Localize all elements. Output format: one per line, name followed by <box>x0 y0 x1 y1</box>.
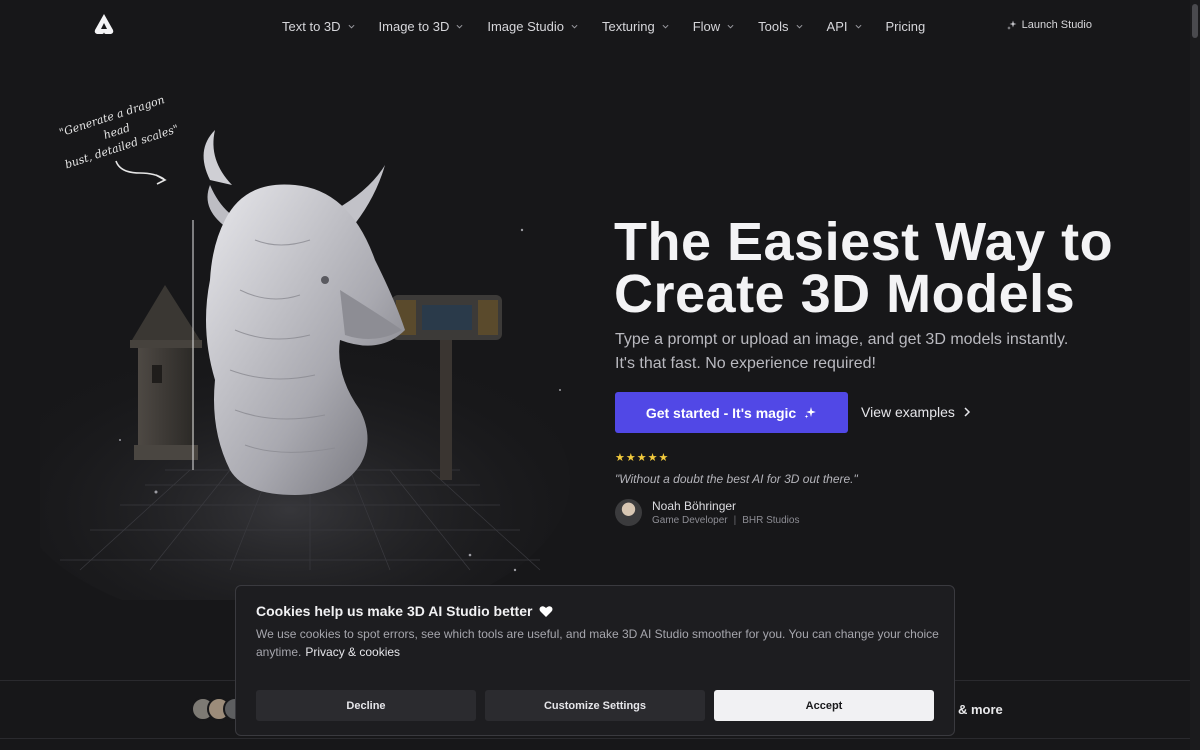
view-examples-link[interactable]: View examples <box>861 404 971 420</box>
chevron-down-icon <box>571 24 578 29</box>
nav-item-tools[interactable]: Tools <box>758 18 803 34</box>
nav-item-label: Flow <box>692 18 721 34</box>
reviewer-meta: Game Developer | BHR Studios <box>652 515 799 526</box>
avatar <box>615 499 642 526</box>
more-label: & more <box>958 702 1003 717</box>
user-avatars <box>191 697 247 721</box>
chevron-down-icon <box>348 24 355 29</box>
nav-item-label: Texturing <box>601 18 655 34</box>
nav-item-label: API <box>826 18 848 34</box>
privacy-cookies-link[interactable]: Privacy & cookies <box>305 645 400 659</box>
rating-stars: ★★★★★ <box>615 452 670 464</box>
chevron-down-icon <box>456 24 463 29</box>
hero-title-line: Create 3D Models <box>614 264 1076 324</box>
reviewer-name: Noah Böhringer <box>652 499 737 513</box>
nav-item-flow[interactable]: Flow <box>693 19 734 34</box>
scrollbar[interactable] <box>1190 0 1200 750</box>
divider <box>0 738 1200 739</box>
nav-item-pricing[interactable]: Pricing <box>886 19 926 34</box>
chevron-down-icon <box>796 24 803 29</box>
hero-title-line: The Easiest Way to <box>614 212 1114 272</box>
scrollbar-thumb[interactable] <box>1192 4 1198 38</box>
launch-studio-link[interactable]: Launch Studio <box>1006 19 1092 31</box>
nav-item-label: Image to 3D <box>378 18 450 34</box>
reviewer-company: BHR Studios <box>742 515 800 526</box>
cookie-text: We use cookies to spot errors, see which… <box>256 625 946 661</box>
nav-item-label: Image Studio <box>487 18 564 34</box>
sparkle-icon <box>804 407 816 419</box>
divider: | <box>733 515 737 526</box>
decline-button[interactable]: Decline <box>256 690 476 721</box>
chevron-down-icon <box>727 24 734 29</box>
nav-item-api[interactable]: API <box>827 19 862 34</box>
accept-button[interactable]: Accept <box>714 690 934 721</box>
chevron-down-icon <box>855 24 861 29</box>
hero-title: The Easiest Way to Create 3D Models <box>614 212 1114 324</box>
testimonial-quote: "Without a doubt the best AI for 3D out … <box>615 472 858 486</box>
nav-item-image-to-3d[interactable]: Image to 3D <box>379 19 464 34</box>
get-started-label: Get started - It's magic <box>645 404 797 421</box>
view-examples-label: View examples <box>861 404 955 420</box>
curved-arrow-icon <box>115 160 167 185</box>
sparkle-icon <box>1006 20 1017 30</box>
nav-menu: Text to 3D Image to 3D Image Studio Text… <box>282 0 949 52</box>
customize-settings-button[interactable]: Customize Settings <box>485 690 705 721</box>
cookie-title: Cookies help us make 3D AI Studio better <box>256 603 553 619</box>
top-nav: Text to 3D Image to 3D Image Studio Text… <box>0 0 1200 52</box>
cookie-title-text: Cookies help us make 3D AI Studio better <box>256 603 533 619</box>
nav-item-texturing[interactable]: Texturing <box>602 19 669 34</box>
launch-studio-label: Launch Studio <box>1021 19 1092 31</box>
get-started-button[interactable]: Get started - It's magic <box>615 392 848 433</box>
chevron-right-icon <box>964 407 970 417</box>
nav-item-text-to-3d[interactable]: Text to 3D <box>282 19 355 34</box>
cookie-banner: Cookies help us make 3D AI Studio better… <box>235 585 955 736</box>
nav-item-label: Tools <box>758 18 789 34</box>
nav-item-label: Pricing <box>885 18 926 34</box>
nav-item-label: Text to 3D <box>282 18 341 34</box>
hero-subtitle: Type a prompt or upload an image, and ge… <box>615 331 1069 372</box>
heart-icon <box>539 605 553 617</box>
chevron-down-icon <box>662 24 669 29</box>
logo-icon[interactable] <box>93 13 115 37</box>
reviewer-role: Game Developer <box>652 515 728 526</box>
nav-item-image-studio[interactable]: Image Studio <box>487 19 578 34</box>
